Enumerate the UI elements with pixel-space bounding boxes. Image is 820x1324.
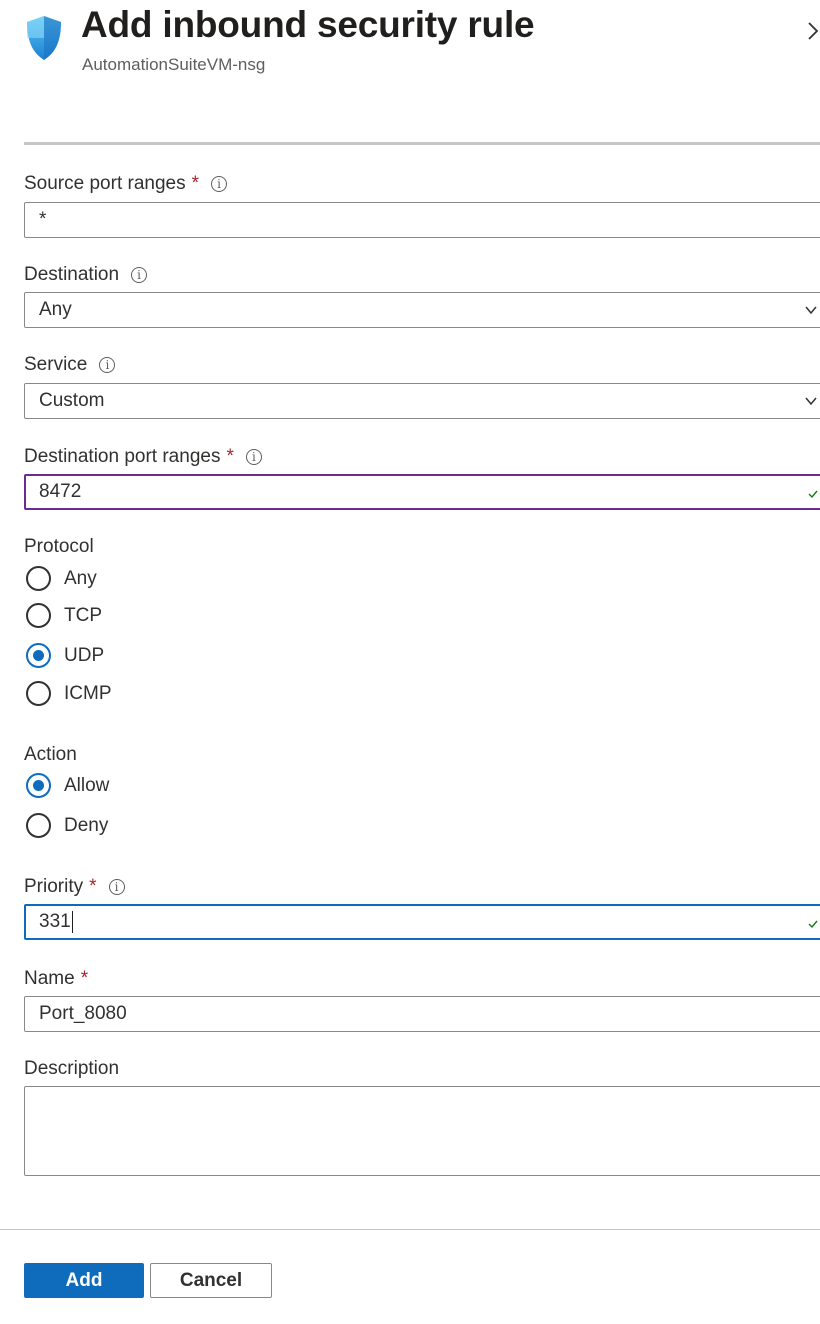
protocol-radio-udp[interactable]: UDP bbox=[26, 643, 104, 668]
destination-port-ranges-input[interactable]: 8472 bbox=[24, 474, 820, 510]
checkmark-icon bbox=[808, 920, 818, 929]
action-label: Action bbox=[24, 744, 77, 765]
add-button[interactable]: Add bbox=[24, 1263, 144, 1298]
protocol-label: Protocol bbox=[24, 536, 94, 557]
source-port-ranges-label-text: Source port ranges bbox=[24, 173, 186, 194]
info-icon[interactable]: i bbox=[99, 357, 116, 373]
info-icon[interactable]: i bbox=[131, 267, 148, 283]
destination-dropdown[interactable]: Any bbox=[24, 292, 820, 328]
section-divider bbox=[24, 142, 820, 145]
text-caret bbox=[71, 911, 73, 933]
shield-icon bbox=[27, 16, 61, 60]
checkmark-icon bbox=[808, 490, 818, 499]
radio-unselected-icon bbox=[26, 681, 51, 706]
chevron-down-icon bbox=[805, 306, 817, 315]
info-icon[interactable]: i bbox=[245, 449, 262, 465]
action-radio-deny[interactable]: Deny bbox=[26, 813, 108, 838]
destination-port-ranges-label: Destination port ranges * i bbox=[24, 446, 262, 468]
name-label-text: Name bbox=[24, 968, 75, 989]
footer-divider bbox=[0, 1229, 820, 1230]
name-label: Name * bbox=[24, 968, 88, 990]
service-label-text: Service bbox=[24, 354, 88, 375]
radio-unselected-icon bbox=[26, 566, 51, 591]
required-marker: * bbox=[191, 173, 199, 194]
service-dropdown[interactable]: Custom bbox=[24, 383, 820, 419]
radio-label: ICMP bbox=[64, 682, 112, 704]
destination-value: Any bbox=[39, 299, 72, 320]
destination-port-ranges-value: 8472 bbox=[39, 481, 82, 502]
radio-label: TCP bbox=[64, 604, 102, 626]
name-input[interactable]: Port_8080 bbox=[24, 996, 820, 1032]
protocol-radio-any[interactable]: Any bbox=[26, 566, 97, 591]
priority-label-text: Priority bbox=[24, 876, 84, 897]
cancel-button[interactable]: Cancel bbox=[150, 1263, 272, 1298]
required-marker: * bbox=[226, 446, 234, 467]
page-subtitle: AutomationSuiteVM-nsg bbox=[82, 55, 266, 74]
protocol-radio-tcp[interactable]: TCP bbox=[26, 603, 102, 628]
radio-label: Any bbox=[64, 567, 97, 589]
radio-selected-icon bbox=[26, 643, 51, 668]
name-value: Port_8080 bbox=[39, 1003, 127, 1024]
info-icon[interactable]: i bbox=[211, 176, 227, 192]
protocol-radio-icmp[interactable]: ICMP bbox=[26, 681, 112, 706]
source-port-ranges-label: Source port ranges * i bbox=[24, 173, 227, 195]
description-label: Description bbox=[24, 1058, 120, 1079]
page-title: Add inbound security rule bbox=[81, 4, 535, 45]
service-label: Service i bbox=[24, 354, 116, 376]
destination-label-text: Destination bbox=[24, 264, 120, 285]
radio-dot bbox=[33, 780, 44, 791]
action-radio-allow[interactable]: Allow bbox=[26, 773, 109, 798]
destination-port-ranges-label-text: Destination port ranges bbox=[24, 446, 221, 467]
radio-label: UDP bbox=[64, 644, 105, 666]
priority-value: 331 bbox=[39, 911, 71, 932]
required-marker: * bbox=[89, 876, 97, 897]
service-value: Custom bbox=[39, 390, 105, 411]
destination-label: Destination i bbox=[24, 264, 148, 286]
radio-label: Allow bbox=[64, 774, 110, 796]
description-textarea[interactable] bbox=[24, 1086, 820, 1176]
radio-label: Deny bbox=[64, 814, 109, 836]
radio-unselected-icon bbox=[26, 813, 51, 838]
radio-unselected-icon bbox=[26, 603, 51, 628]
source-port-ranges-value: * bbox=[39, 209, 47, 230]
priority-input[interactable]: 331 bbox=[24, 904, 820, 940]
radio-dot bbox=[33, 650, 44, 661]
chevron-right-icon[interactable] bbox=[806, 20, 820, 42]
radio-selected-icon bbox=[26, 773, 51, 798]
priority-label: Priority * i bbox=[24, 876, 125, 898]
required-marker: * bbox=[80, 968, 89, 989]
source-port-ranges-input[interactable]: * bbox=[24, 202, 820, 238]
chevron-down-icon bbox=[805, 397, 817, 406]
info-icon[interactable]: i bbox=[108, 879, 125, 895]
